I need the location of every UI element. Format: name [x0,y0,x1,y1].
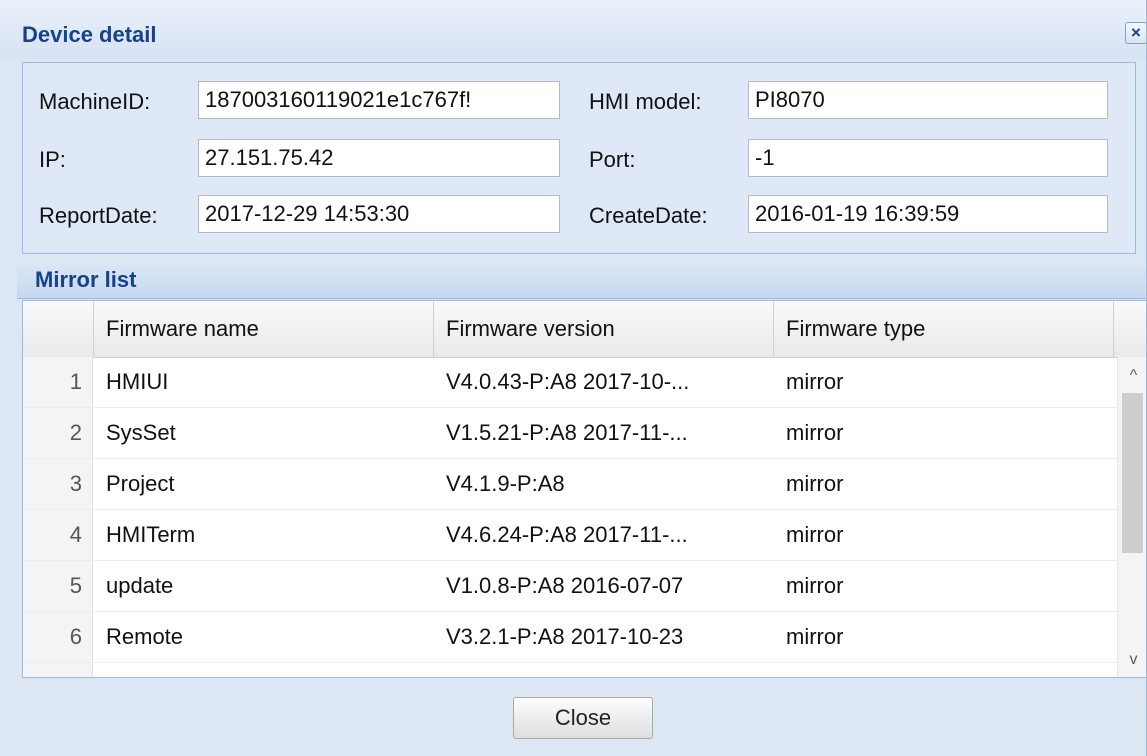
create-date-label: CreateDate: [589,203,708,228]
firmware-version-cell: V4.6.24-P:A8 2017-11-... [446,522,688,547]
table-row[interactable]: 1 HMIUI V4.0.43-P:A8 2017-10-... mirror [23,357,1117,408]
device-detail-dialog: Device detail × MachineID: 1870031601190… [0,0,1147,756]
port-field[interactable]: -1 [748,139,1108,177]
column-header-firmware-name[interactable]: Firmware name [94,301,434,357]
firmware-version-cell: V3.2.1-P:A8 2017-10-23 [446,624,684,649]
mirror-list-title: Mirror list [35,267,137,292]
ip-label: IP: [39,147,66,172]
close-button[interactable]: Close [513,697,653,739]
row-number: 2 [23,408,93,458]
table-row[interactable]: 5 update V1.0.8-P:A8 2016-07-07 mirror [23,561,1117,612]
firmware-version-cell: V4.1.9-P:A8 [446,471,565,496]
firmware-version-cell: V1.0.8-P:A8 2016-07-07 [446,573,684,598]
firmware-name-cell: Project [106,471,175,496]
firmware-type-cell: mirror [786,573,844,598]
firmware-type-cell: mirror [786,624,844,649]
firmware-version-cell: V4.0.43-P:A8 2017-10-... [446,369,690,394]
dialog-title: Device detail [22,22,157,47]
firmware-name-cell: SysSet [106,420,176,445]
row-number: 1 [23,357,93,407]
table-row-partial[interactable] [23,663,1117,677]
row-number: 3 [23,459,93,509]
firmware-type-cell: mirror [786,522,844,547]
row-number: 4 [23,510,93,560]
firmware-name-cell: update [106,573,174,598]
row-number: 5 [23,561,93,611]
machine-id-label: MachineID: [39,89,151,114]
scroll-down-icon[interactable]: v [1118,647,1146,673]
mirror-list-header: Mirror list [17,262,1146,299]
column-header-firmware-type[interactable]: Firmware type [774,301,1114,357]
firmware-type-cell: mirror [786,471,844,496]
firmware-type-cell: mirror [786,420,844,445]
firmware-version-cell: V1.5.21-P:A8 2017-11-... [446,420,688,445]
scrollbar-thumb[interactable] [1122,393,1143,553]
hmi-model-label: HMI model: [589,89,702,114]
row-number [23,663,93,677]
row-number-header [23,301,94,357]
close-icon[interactable]: × [1125,22,1146,44]
firmware-name-cell: Remote [106,624,184,649]
firmware-name-cell: HMITerm [106,522,196,547]
table-row[interactable]: 2 SysSet V1.5.21-P:A8 2017-11-... mirror [23,408,1117,459]
create-date-field[interactable]: 2016-01-19 16:39:59 [748,195,1108,233]
row-number: 6 [23,612,93,662]
column-header-firmware-version[interactable]: Firmware version [434,301,774,357]
dialog-title-bar[interactable]: Device detail × [0,0,1146,58]
table-row[interactable]: 6 Remote V3.2.1-P:A8 2017-10-23 mirror [23,612,1117,663]
ip-field[interactable]: 27.151.75.42 [198,139,560,177]
report-date-label: ReportDate: [39,203,158,228]
vertical-scrollbar[interactable]: ^ v [1117,357,1146,677]
table-row[interactable]: 3 Project V4.1.9-P:A8 mirror [23,459,1117,510]
firmware-name-cell: HMIUI [106,369,169,394]
report-date-field[interactable]: 2017-12-29 14:53:30 [198,195,560,233]
machine-id-field[interactable]: 187003160119021e1c767f! [198,81,560,119]
firmware-type-cell: mirror [786,369,844,394]
table-row[interactable]: 4 HMITerm V4.6.24-P:A8 2017-11-... mirro… [23,510,1117,561]
device-details-panel: MachineID: 187003160119021e1c767f! HMI m… [22,62,1136,254]
hmi-model-field[interactable]: PI8070 [748,81,1108,119]
grid-header-row: Firmware name Firmware version Firmware … [23,301,1146,358]
port-label: Port: [589,147,636,172]
scroll-up-icon[interactable]: ^ [1118,363,1146,389]
mirror-list-grid: Firmware name Firmware version Firmware … [22,300,1146,678]
